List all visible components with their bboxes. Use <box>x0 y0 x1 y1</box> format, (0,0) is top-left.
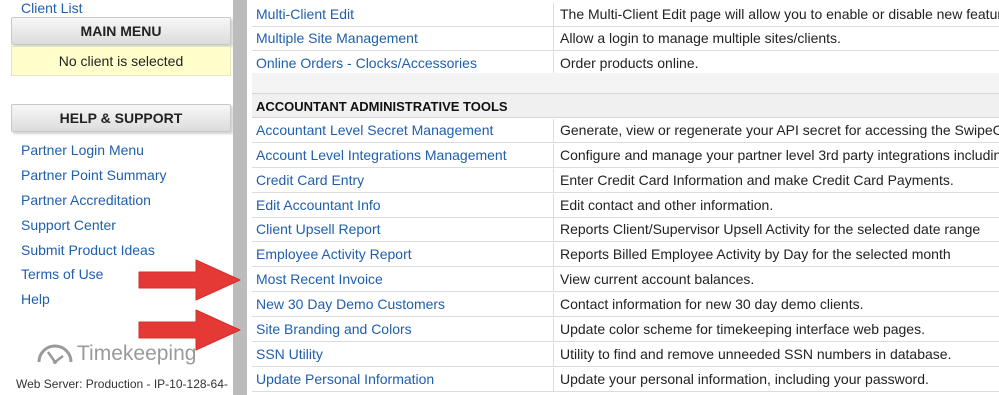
help-support-header: HELP & SUPPORT <box>11 104 231 132</box>
table-row: Site Branding and Colors Update color sc… <box>252 318 999 342</box>
row-description: Update color scheme for timekeeping inte… <box>554 318 999 342</box>
red-arrow-right-icon <box>138 259 241 301</box>
row-description: Enter Credit Card Information and make C… <box>554 169 999 193</box>
row-description: The Multi-Client Edit page will allow yo… <box>554 3 999 27</box>
table-row: Edit Accountant Info Edit contact and ot… <box>252 194 999 218</box>
table-row: SSN Utility Utility to find and remove u… <box>252 343 999 367</box>
table-row: Multiple Site Management Allow a login t… <box>252 27 999 51</box>
online-orders-link[interactable]: Online Orders - Clocks/Accessories <box>256 55 477 71</box>
update-personal-info-link[interactable]: Update Personal Information <box>256 371 434 387</box>
new-demo-customers-link[interactable]: New 30 Day Demo Customers <box>256 296 445 312</box>
row-description: Allow a login to manage multiple sites/c… <box>554 27 999 51</box>
main-menu-header: MAIN MENU <box>11 17 231 45</box>
row-description: View current account balances. <box>554 268 999 292</box>
section-spacer <box>252 73 999 93</box>
client-list-link[interactable]: Client List <box>21 0 82 16</box>
row-description: Generate, view or regenerate your API se… <box>554 119 999 143</box>
terms-of-use-link[interactable]: Terms of Use <box>21 266 103 282</box>
secret-management-link[interactable]: Accountant Level Secret Management <box>256 122 493 138</box>
table-row: Client Upsell Report Reports Client/Supe… <box>252 218 999 242</box>
table-row: Update Personal Information Update your … <box>252 368 999 392</box>
web-server-info: Web Server: Production - IP-10-128-64- <box>16 377 228 391</box>
most-recent-invoice-link[interactable]: Most Recent Invoice <box>256 271 383 287</box>
section-header: ACCOUNTANT ADMINISTRATIVE TOOLS <box>252 93 999 118</box>
site-branding-colors-link[interactable]: Site Branding and Colors <box>256 321 412 337</box>
table-row: Most Recent Invoice View current account… <box>252 268 999 292</box>
employee-activity-report-link[interactable]: Employee Activity Report <box>256 246 412 262</box>
row-description: Update your personal information, includ… <box>554 368 999 392</box>
table-row: Credit Card Entry Enter Credit Card Info… <box>252 169 999 193</box>
support-center-link[interactable]: Support Center <box>21 217 116 233</box>
red-arrow-right-icon <box>138 309 241 351</box>
ssn-utility-link[interactable]: SSN Utility <box>256 346 323 362</box>
integrations-management-link[interactable]: Account Level Integrations Management <box>256 147 507 163</box>
row-description: Utility to find and remove unneeded SSN … <box>554 343 999 367</box>
table-row: Accountant Level Secret Management Gener… <box>252 119 999 143</box>
row-description: Contact information for new 30 day demo … <box>554 293 999 317</box>
help-link[interactable]: Help <box>21 291 50 307</box>
table-row: Multi-Client Edit The Multi-Client Edit … <box>252 3 999 27</box>
multi-client-edit-link[interactable]: Multi-Client Edit <box>256 6 354 22</box>
table-row: Employee Activity Report Reports Billed … <box>252 243 999 267</box>
no-client-notice: No client is selected <box>11 46 231 76</box>
partner-accreditation-link[interactable]: Partner Accreditation <box>21 192 151 208</box>
client-upsell-report-link[interactable]: Client Upsell Report <box>256 221 381 237</box>
tools-table: Multi-Client Edit The Multi-Client Edit … <box>247 0 999 395</box>
table-row: Account Level Integrations Management Co… <box>252 144 999 168</box>
table-row: New 30 Day Demo Customers Contact inform… <box>252 293 999 317</box>
credit-card-entry-link[interactable]: Credit Card Entry <box>256 172 364 188</box>
row-description: Reports Client/Supervisor Upsell Activit… <box>554 218 999 242</box>
edit-accountant-info-link[interactable]: Edit Accountant Info <box>256 197 381 213</box>
multiple-site-management-link[interactable]: Multiple Site Management <box>256 30 418 46</box>
row-description: Edit contact and other information. <box>554 194 999 218</box>
timekeeping-clock-icon <box>37 344 73 364</box>
row-description: Reports Billed Employee Activity by Day … <box>554 243 999 267</box>
row-description: Configure and manage your partner level … <box>554 144 999 168</box>
partner-login-menu-link[interactable]: Partner Login Menu <box>21 142 144 158</box>
partner-point-summary-link[interactable]: Partner Point Summary <box>21 167 167 183</box>
submit-product-ideas-link[interactable]: Submit Product Ideas <box>21 242 155 258</box>
